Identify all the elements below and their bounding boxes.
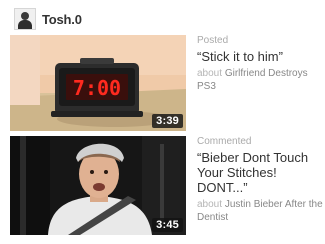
- clock-digits: 7:00: [73, 76, 121, 100]
- activity-title[interactable]: “Stick it to him”: [197, 49, 325, 64]
- channel-header: Tosh.0: [14, 8, 82, 30]
- about-word: about: [197, 68, 223, 79]
- video-thumbnail[interactable]: 3:45: [10, 136, 186, 235]
- activity-feed: Tosh.0 7:00 3:39 Posted “Stick it to him…: [0, 0, 325, 244]
- activity-title[interactable]: “Bieber Dont Touch Your Stitches! DONT..…: [197, 150, 325, 195]
- activity-info: Posted “Stick it to him” about Girlfrien…: [197, 35, 325, 93]
- video-duration: 3:45: [152, 218, 183, 232]
- activity-action: Commented: [197, 136, 252, 147]
- avatar-head-shape: [21, 12, 29, 20]
- video-duration: 3:39: [152, 114, 183, 128]
- about-word: about: [197, 199, 223, 210]
- avatar-body-shape: [18, 20, 32, 29]
- activity-info: Commented “Bieber Dont Touch Your Stitch…: [197, 136, 325, 224]
- channel-name[interactable]: Tosh.0: [42, 12, 82, 27]
- activity-about: about Girlfriend Destroys PS3: [197, 67, 325, 93]
- activity-action: Posted: [197, 35, 229, 46]
- activity-about: about Justin Bieber After the Dentist: [197, 198, 325, 224]
- video-thumbnail[interactable]: 7:00 3:39: [10, 35, 186, 131]
- activity-item: 3:45 Commented “Bieber Dont Touch Your S…: [10, 136, 323, 235]
- channel-avatar[interactable]: [14, 8, 36, 30]
- activity-item: 7:00 3:39 Posted “Stick it to him” about…: [10, 35, 320, 131]
